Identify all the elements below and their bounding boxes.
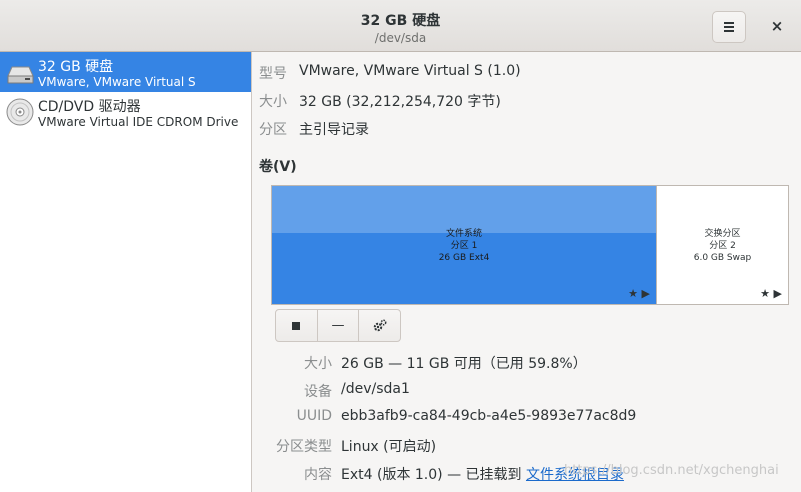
mounted-star-icon: ★ ▶ xyxy=(760,287,782,300)
drive-name: 32 GB 硬盘 xyxy=(38,59,114,75)
model-value: VMware, VMware Virtual S (1.0) xyxy=(299,63,521,79)
drive-item-hard-disk[interactable]: 32 GB 硬盘 VMware, VMware Virtual S xyxy=(0,52,251,92)
partition-1[interactable]: 文件系统 分区 1 26 GB Ext4 ★ ▶ xyxy=(272,186,656,304)
uuid-value: ebb3afb9-ca84-49cb-a4e5-9893e77ac8d9 xyxy=(341,408,637,424)
drive-subtitle: VMware Virtual IDE CDROM Drive xyxy=(38,115,239,129)
partitioning-value: 主引导记录 xyxy=(299,122,369,138)
volume-size-value: 26 GB — 11 GB 可用（已用 59.8%） xyxy=(341,356,587,372)
partition-map: 文件系统 分区 1 26 GB Ext4 ★ ▶ 交换分区 分区 2 6.0 G… xyxy=(271,185,789,305)
mounted-star-icon: ★ ▶ xyxy=(628,287,650,300)
close-button[interactable]: × xyxy=(765,14,789,38)
delete-partition-button[interactable]: — xyxy=(316,310,359,341)
volume-size-label: 大小 xyxy=(304,356,332,372)
window-title: 32 GB 硬盘 xyxy=(360,13,441,29)
header-bar: 32 GB 硬盘 /dev/sda × xyxy=(0,0,801,52)
volumes-heading: 卷(V) xyxy=(259,159,297,175)
partition-2-type: 交换分区 xyxy=(704,229,741,239)
drive-sidebar: 32 GB 硬盘 VMware, VMware Virtual S CD/DVD… xyxy=(0,52,252,492)
partition-type-value: Linux (可启动) xyxy=(341,439,437,455)
size-label: 大小 xyxy=(259,94,287,110)
window-subtitle: /dev/sda xyxy=(374,31,427,45)
partition-type-label: 分区类型 xyxy=(276,439,332,455)
partition-2[interactable]: 交换分区 分区 2 6.0 GB Swap ★ ▶ xyxy=(656,186,788,304)
model-label: 型号 xyxy=(259,66,287,82)
minus-icon: — xyxy=(331,318,345,333)
unmount-button[interactable] xyxy=(276,310,317,341)
partition-settings-button[interactable] xyxy=(358,310,400,341)
contents-text: Ext4 (版本 1.0) — 已挂载到 xyxy=(341,467,526,483)
contents-label: 内容 xyxy=(304,467,332,483)
device-label: 设备 xyxy=(304,384,332,400)
partition-2-name: 分区 2 xyxy=(709,241,736,251)
size-value: 32 GB (32,212,254,720 字节) xyxy=(299,94,501,110)
hard-disk-icon xyxy=(7,66,34,84)
drive-subtitle: VMware, VMware Virtual S xyxy=(38,75,196,89)
drive-name: CD/DVD 驱动器 xyxy=(38,99,141,115)
partitioning-label: 分区 xyxy=(259,122,287,138)
drive-item-cdrom[interactable]: CD/DVD 驱动器 VMware Virtual IDE CDROM Driv… xyxy=(0,92,251,132)
volume-toolbar: — xyxy=(275,309,401,342)
partition-1-name: 分区 1 xyxy=(450,241,478,251)
device-value: /dev/sda1 xyxy=(341,381,410,397)
partition-2-size: 6.0 GB Swap xyxy=(693,253,752,263)
hamburger-menu-icon[interactable] xyxy=(712,11,746,43)
stop-icon xyxy=(292,321,301,330)
gears-icon xyxy=(373,319,387,331)
partition-1-size: 26 GB Ext4 xyxy=(438,253,490,263)
optical-disc-icon xyxy=(6,98,34,126)
uuid-label: UUID xyxy=(296,408,332,424)
watermark-text: https://blog.csdn.net/xgchenghai xyxy=(564,463,779,478)
partition-1-type: 文件系统 xyxy=(445,229,482,239)
